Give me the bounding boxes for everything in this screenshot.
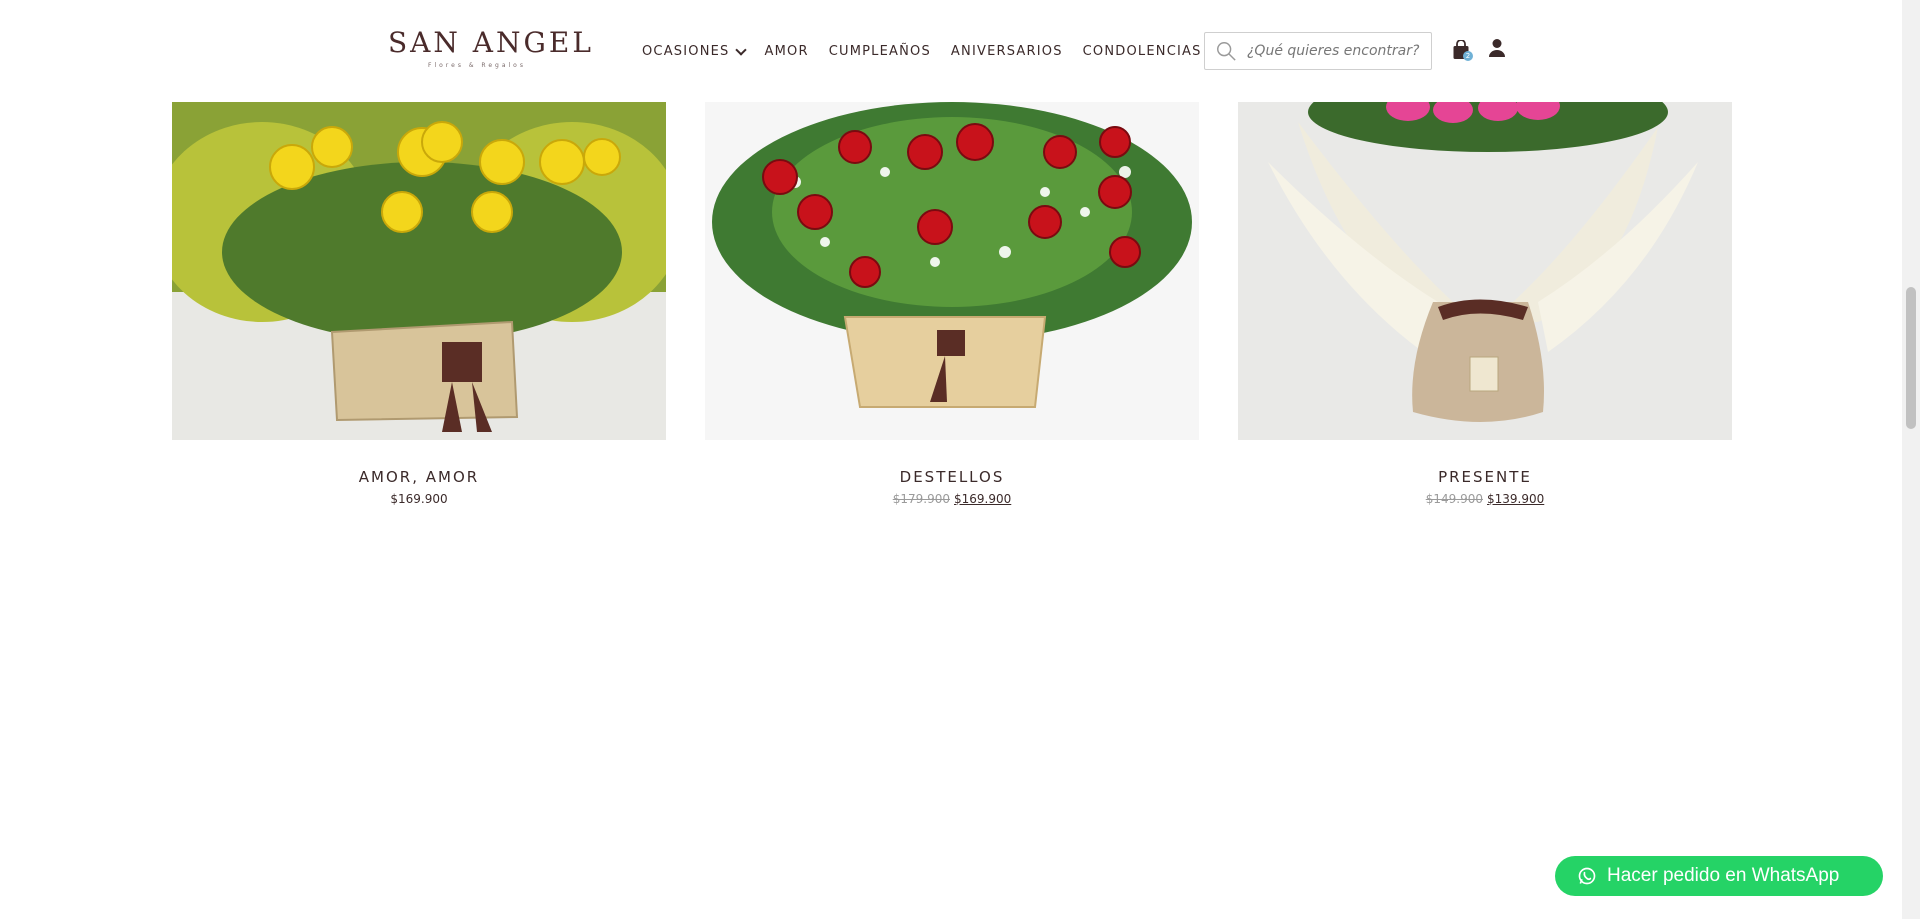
nav-label: AMOR bbox=[764, 44, 809, 59]
nav-condolencias[interactable]: CONDOLENCIAS bbox=[1083, 44, 1202, 59]
chevron-down-icon bbox=[734, 43, 747, 56]
product-price: $149.900 $139.900 bbox=[1238, 492, 1732, 506]
search-icon bbox=[1217, 42, 1236, 61]
logo-subtitle: Flores & Regalos bbox=[428, 62, 526, 69]
nav-amor[interactable]: AMOR bbox=[765, 44, 809, 59]
nav-aniversarios[interactable]: ANIVERSARIOS bbox=[951, 44, 1063, 59]
product-card[interactable]: AMOR, AMOR $169.900 bbox=[172, 102, 666, 506]
product-card[interactable]: DESTELLOS $179.900 $169.900 bbox=[705, 102, 1199, 506]
product-image[interactable] bbox=[1238, 102, 1732, 440]
sale-price: $139.900 bbox=[1487, 492, 1545, 506]
product-name[interactable]: PRESENTE bbox=[1238, 468, 1732, 486]
nav-label: CUMPLEAÑOS bbox=[828, 44, 931, 59]
nav-label: CONDOLENCIAS bbox=[1082, 44, 1202, 59]
search-box[interactable] bbox=[1204, 32, 1432, 70]
product-price: $179.900 $169.900 bbox=[705, 492, 1199, 506]
whatsapp-label: Hacer pedido en WhatsApp bbox=[1607, 865, 1840, 886]
product-name[interactable]: AMOR, AMOR bbox=[172, 468, 666, 486]
product-image[interactable] bbox=[705, 102, 1199, 440]
nav-ocasiones[interactable]: OCASIONES bbox=[642, 43, 747, 59]
whatsapp-order-button[interactable]: Hacer pedido en WhatsApp bbox=[1555, 856, 1883, 896]
logo[interactable]: SAN ANGEL Flores & Regalos bbox=[388, 26, 591, 74]
page-scrollbar[interactable] bbox=[1902, 0, 1920, 919]
original-price: $179.900 bbox=[892, 492, 950, 506]
product-card[interactable]: PRESENTE $149.900 $139.900 bbox=[1238, 102, 1732, 506]
product-image[interactable] bbox=[172, 102, 666, 440]
nav-label: OCASIONES bbox=[642, 44, 730, 59]
main-nav: OCASIONES AMOR CUMPLEAÑOS ANIVERSARIOS C… bbox=[642, 43, 1222, 59]
scrollbar-thumb[interactable] bbox=[1906, 287, 1916, 429]
original-price: $149.900 bbox=[1425, 492, 1483, 506]
nav-cumpleanos[interactable]: CUMPLEAÑOS bbox=[829, 44, 931, 59]
search-input[interactable] bbox=[1245, 42, 1424, 60]
whatsapp-icon bbox=[1578, 867, 1596, 885]
logo-text: SAN ANGEL bbox=[388, 26, 594, 59]
product-price: $169.900 bbox=[172, 492, 666, 506]
nav-label: ANIVERSARIOS bbox=[950, 44, 1063, 59]
user-icon bbox=[1489, 39, 1505, 57]
product-name[interactable]: DESTELLOS bbox=[705, 468, 1199, 486]
account-button[interactable] bbox=[1488, 38, 1508, 60]
current-price: $169.900 bbox=[390, 492, 448, 506]
sale-price: $169.900 bbox=[954, 492, 1012, 506]
site-header: SAN ANGEL Flores & Regalos OCASIONES AMO… bbox=[0, 0, 1902, 102]
cart-count-badge: 2 bbox=[1463, 51, 1473, 61]
cart-button[interactable]: 2 bbox=[1452, 39, 1473, 62]
